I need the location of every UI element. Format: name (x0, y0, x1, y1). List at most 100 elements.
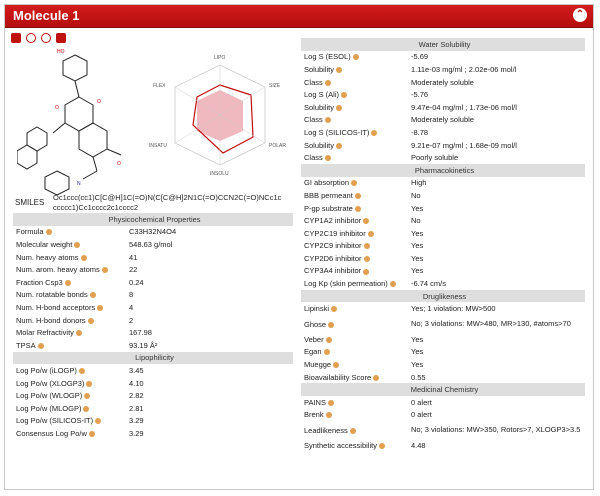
property-row: CYP2D6 inhibitor Yes (301, 252, 585, 265)
property-row: Solubility 9.21e-07 mg/ml ; 1.68e-09 mol/… (301, 139, 585, 152)
property-row: P-gp substrate Yes (301, 202, 585, 215)
info-icon[interactable] (88, 430, 95, 437)
info-icon[interactable] (74, 242, 81, 248)
info-icon[interactable] (325, 412, 332, 419)
info-icon[interactable] (341, 92, 348, 99)
info-icon[interactable] (373, 374, 380, 381)
info-icon[interactable] (95, 418, 102, 425)
property-row: Class Moderately soluble (301, 114, 585, 127)
property-name: Solubility (304, 64, 335, 74)
property-value: 0 alert (411, 397, 432, 407)
info-icon[interactable] (367, 230, 374, 237)
info-icon[interactable] (351, 180, 358, 187)
pharmacokinetics-header: Pharmacokinetics (301, 163, 585, 177)
right-properties-table: Water Solubility Log S (ESOL) -5.69 Solubil… (301, 38, 585, 452)
info-icon[interactable] (86, 380, 93, 387)
radar-label: LIPO (214, 55, 226, 61)
info-icon[interactable] (64, 279, 71, 286)
info-icon[interactable] (324, 155, 331, 162)
property-value: 1.11e-03 mg/ml ; 2.02e-06 mol/l (411, 64, 517, 74)
collapse-icon[interactable]: ⌃ (573, 8, 587, 22)
property-name: BBB permeant (304, 190, 353, 200)
info-icon[interactable] (363, 243, 370, 250)
property-row: Consensus Log Po/w 3.29 (13, 427, 293, 440)
property-name: Log S (SILICOS-IT) (304, 127, 370, 137)
svg-text:N: N (77, 181, 81, 187)
info-icon[interactable] (84, 393, 91, 400)
property-row: Veber Yes (301, 333, 585, 346)
property-value: -5.76 (411, 90, 429, 100)
info-icon[interactable] (336, 67, 343, 73)
info-icon[interactable] (371, 129, 378, 136)
property-value: C33H32N4O4 (129, 227, 177, 237)
info-icon[interactable] (363, 218, 370, 225)
property-value: Moderately soluble (411, 115, 474, 125)
info-icon[interactable] (389, 281, 396, 288)
property-name: Molecular weight (16, 239, 73, 249)
info-icon[interactable] (101, 267, 108, 274)
property-row: CYP2C9 inhibitor Yes (301, 240, 585, 253)
info-icon[interactable] (324, 79, 331, 86)
info-icon[interactable] (89, 292, 96, 299)
property-row: Log Po/w (SILICOS-IT) 3.29 (13, 415, 293, 428)
info-icon[interactable] (97, 304, 104, 311)
property-name: PAINS (304, 397, 326, 407)
property-value: 8 (129, 290, 134, 300)
property-value: Yes (411, 334, 424, 344)
target-icon[interactable] (26, 33, 36, 43)
info-icon[interactable] (352, 54, 359, 61)
info-icon[interactable] (78, 367, 85, 374)
info-icon[interactable] (37, 342, 44, 349)
property-row: Lipinski Yes; 1 violation: MW>500 (301, 302, 585, 315)
info-icon[interactable] (331, 306, 338, 313)
info-icon[interactable] (75, 330, 82, 337)
property-name: GI absorption (304, 178, 350, 188)
property-row: Num. rotatable bonds 8 (13, 289, 293, 302)
info-icon[interactable] (363, 255, 370, 262)
property-value: Yes (411, 347, 424, 357)
property-value: 93.19 Å² (129, 340, 158, 350)
property-name: Solubility (304, 102, 335, 112)
property-name: Class (304, 77, 323, 87)
property-name: CYP2C19 inhibitor (304, 228, 366, 238)
druglikeness-header: Druglikeness (301, 289, 585, 303)
property-name: TPSA (16, 340, 36, 350)
info-icon[interactable] (327, 399, 334, 406)
property-name: Log Po/w (WLOGP) (16, 391, 83, 401)
info-icon[interactable] (349, 427, 356, 434)
property-value: 9.21e-07 mg/ml ; 1.68e-09 mol/l (411, 140, 517, 150)
info-icon[interactable] (87, 317, 94, 324)
copy-icon[interactable] (11, 33, 21, 43)
property-value: 41 (129, 252, 138, 262)
info-icon[interactable] (324, 117, 331, 124)
info-icon[interactable] (328, 321, 335, 328)
property-row: PAINS 0 alert (301, 396, 585, 409)
info-icon[interactable] (378, 443, 385, 450)
circle-icon[interactable] (41, 33, 51, 43)
link-icon[interactable] (56, 33, 66, 43)
property-row: Solubility 9.47e-04 mg/ml ; 1.73e-06 mol/… (301, 101, 585, 114)
info-icon[interactable] (336, 104, 343, 111)
info-icon[interactable] (325, 336, 332, 343)
info-icon[interactable] (333, 362, 340, 369)
info-icon[interactable] (354, 192, 361, 199)
property-value: Yes (411, 266, 424, 276)
info-icon[interactable] (83, 405, 90, 412)
smiles-value: Oc1ccc(cc1)C[C@H]1C(=O)N(C[C@H]2N1C(=O)C… (53, 193, 282, 212)
property-name: Veber (304, 334, 324, 344)
info-icon[interactable] (336, 142, 343, 149)
svg-text:O: O (97, 99, 101, 105)
molecule-panel: Molecule 1 ⌃ HO O O O N LIPO SIZE POLAR … (4, 4, 594, 490)
info-icon[interactable] (323, 349, 330, 356)
property-value: -5.69 (411, 52, 429, 62)
property-name: Class (304, 115, 323, 125)
bioavailability-radar: LIPO SIZE POLAR INSOLU INSATU FLEX (149, 55, 286, 177)
section-title: Pharmacokinetics (301, 163, 585, 177)
property-name: CYP1A2 inhibitor (304, 216, 362, 226)
property-name: CYP2C9 inhibitor (304, 241, 362, 251)
info-icon[interactable] (45, 229, 52, 236)
info-icon[interactable] (354, 205, 361, 212)
info-icon[interactable] (80, 254, 87, 261)
property-name: Num. H-bond donors (16, 315, 86, 325)
info-icon[interactable] (363, 268, 370, 275)
